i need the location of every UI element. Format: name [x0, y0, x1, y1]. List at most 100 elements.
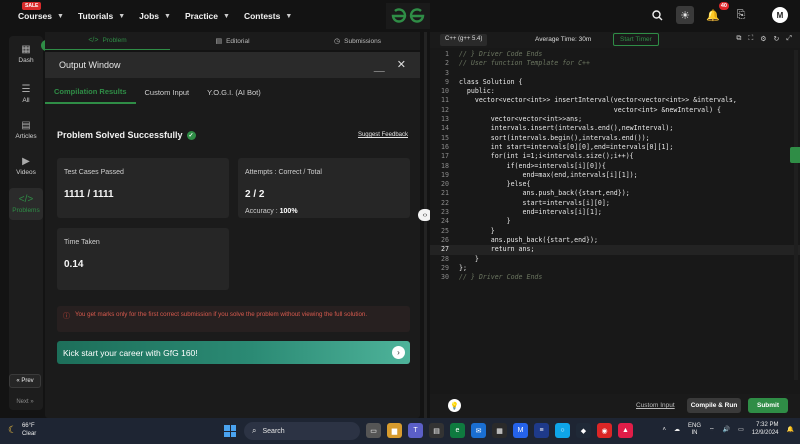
- code-line[interactable]: 16 int start=intervals[0][0],end=interva…: [430, 143, 800, 152]
- tab-editorial[interactable]: ▤ Editorial: [170, 32, 295, 50]
- volume-icon[interactable]: 🔊: [723, 426, 730, 433]
- settings-icon[interactable]: ⚙: [760, 35, 766, 43]
- chrome-icon[interactable]: ◉: [597, 423, 612, 438]
- code-line[interactable]: 17 for(int i=1;i<intervals.size();i++){: [430, 152, 800, 161]
- rail-item-dash[interactable]: ▦ Dash: [9, 44, 43, 64]
- close-icon[interactable]: ✕: [397, 58, 406, 74]
- code-line[interactable]: 11 vector<vector<int>> insertInterval(ve…: [430, 96, 800, 105]
- rail-item-all[interactable]: ☰ All: [9, 84, 43, 104]
- nav-courses-label: Courses: [18, 11, 53, 21]
- nav-tutorials[interactable]: Tutorials ▼: [78, 11, 125, 21]
- tab-submissions[interactable]: ◷ Submissions: [295, 32, 420, 50]
- avatar[interactable]: M: [772, 7, 788, 23]
- language-indicator[interactable]: ENG IN: [688, 423, 701, 437]
- chevron-up-icon[interactable]: ˄: [662, 427, 666, 433]
- code-line[interactable]: 14 intervals.insert(intervals.end(),newI…: [430, 124, 800, 133]
- code-line[interactable]: 9 class Solution {: [430, 78, 800, 87]
- code-line[interactable]: 22 start=intervals[i][0];: [430, 199, 800, 208]
- start-timer-button[interactable]: Start Timer: [613, 33, 659, 46]
- fullscreen-icon[interactable]: ⛶: [748, 35, 753, 43]
- rail-item-problems[interactable]: </> Problems: [9, 188, 43, 220]
- arrow-right-icon[interactable]: ›: [392, 346, 405, 359]
- task-view-icon[interactable]: ▭: [366, 423, 381, 438]
- code-text: }else{: [458, 180, 531, 189]
- code-line[interactable]: 19 end=max(end,intervals[i][1]);: [430, 171, 800, 180]
- submit-button[interactable]: Submit: [748, 398, 788, 413]
- translate-icon[interactable]: ⎘: [732, 6, 750, 24]
- tab-yogi-ai-bot[interactable]: Y.O.G.I. (AI Bot): [198, 82, 270, 103]
- scrollbar[interactable]: [794, 50, 798, 380]
- compile-run-button[interactable]: Compile & Run: [687, 398, 741, 413]
- code-line[interactable]: 13 vector<vector<int>>ans;: [430, 115, 800, 124]
- custom-input-link[interactable]: Custom Input: [636, 402, 675, 409]
- code-line[interactable]: 10 public:: [430, 87, 800, 96]
- code-line[interactable]: 18 if(end>=intervals[i][0]){: [430, 162, 800, 171]
- next-button[interactable]: Next »: [9, 396, 41, 408]
- app-icon[interactable]: ≡: [534, 423, 549, 438]
- notification-icon[interactable]: 🔔: [787, 426, 794, 433]
- sale-badge: SALE: [22, 2, 42, 10]
- tab-problem[interactable]: </> Problem: [45, 32, 170, 50]
- gfg-logo[interactable]: [386, 3, 430, 29]
- code-line[interactable]: 3: [430, 69, 800, 78]
- app-icon[interactable]: ▲: [618, 423, 633, 438]
- search-icon[interactable]: [648, 6, 666, 24]
- copy-icon[interactable]: ⧉: [736, 35, 741, 43]
- edge-icon[interactable]: e: [450, 423, 465, 438]
- code-line[interactable]: 2 // User function Template for C++: [430, 59, 800, 68]
- code-line[interactable]: 20 }else{: [430, 180, 800, 189]
- code-line[interactable]: 28 }: [430, 255, 800, 264]
- code-line[interactable]: 27 return ans;: [430, 245, 800, 255]
- gfg160-banner[interactable]: Kick start your career with GfG 160! ›: [57, 341, 410, 364]
- nav-practice[interactable]: Practice ▼: [185, 11, 230, 21]
- code-line[interactable]: 25 }: [430, 227, 800, 236]
- info-circle-icon: ⓘ: [63, 313, 70, 320]
- code-line[interactable]: 26 ans.push_back({start,end});: [430, 236, 800, 245]
- clock[interactable]: 7:32 PM 12/9/2024: [752, 422, 779, 438]
- file-explorer-icon[interactable]: ▆: [387, 423, 402, 438]
- lightbulb-icon[interactable]: 💡: [448, 399, 461, 412]
- prev-button[interactable]: « Prev: [9, 374, 41, 388]
- rail-item-videos[interactable]: ▶ Videos: [9, 156, 43, 176]
- app-icon[interactable]: ◆: [576, 423, 591, 438]
- panel-divider[interactable]: [424, 32, 427, 418]
- windows-start-icon[interactable]: [224, 425, 236, 437]
- suggest-feedback-link[interactable]: Suggest Feedback: [358, 132, 408, 138]
- language-select[interactable]: C++ (g++ 5.4): [440, 34, 488, 46]
- wifi-icon[interactable]: ⌔: [709, 426, 715, 434]
- store-icon[interactable]: ▤: [429, 423, 444, 438]
- tab-custom-input[interactable]: Custom Input: [136, 82, 199, 103]
- mail-icon[interactable]: ✉: [471, 423, 486, 438]
- code-area[interactable]: 1 // } Driver Code Ends 2 // User functio…: [430, 50, 800, 390]
- reset-icon[interactable]: ↻: [774, 35, 780, 43]
- nav-contests[interactable]: Contests ▼: [244, 11, 292, 21]
- code-line[interactable]: 24 }: [430, 217, 800, 226]
- code-line[interactable]: 21 ans.push_back({start,end});: [430, 189, 800, 198]
- cloud-icon[interactable]: ☁: [674, 426, 680, 433]
- notification-bell-icon[interactable]: 🔔 40: [704, 2, 729, 24]
- weather-widget[interactable]: ☾ 66°F Clear: [8, 423, 36, 438]
- code-line[interactable]: 12 vector<int> &newInterval) {: [430, 106, 800, 115]
- minimize-icon[interactable]: ＿: [374, 58, 385, 74]
- app-icon[interactable]: ▦: [492, 423, 507, 438]
- teams-icon[interactable]: T: [408, 423, 423, 438]
- check-circle-icon: ✓: [186, 130, 196, 140]
- taskbar-search[interactable]: ⌕ Search: [244, 422, 360, 440]
- nav-jobs[interactable]: Jobs ▼: [139, 11, 171, 21]
- code-text: if(end>=intervals[i][0]){: [458, 161, 606, 170]
- app-icon[interactable]: M: [513, 423, 528, 438]
- tab-compilation-results[interactable]: Compilation Results: [45, 81, 136, 104]
- code-line[interactable]: 23 end=intervals[i][1];: [430, 208, 800, 217]
- code-line[interactable]: 15 sort(intervals.begin(),intervals.end(…: [430, 134, 800, 143]
- code-line[interactable]: 29 };: [430, 264, 800, 273]
- rail-item-articles[interactable]: ▤ Articles: [9, 120, 43, 140]
- code-line[interactable]: 30 // } Driver Code Ends: [430, 273, 800, 282]
- code-line[interactable]: 1 // } Driver Code Ends: [430, 50, 800, 59]
- app-icon[interactable]: ○: [555, 423, 570, 438]
- feedback-side-tab[interactable]: [790, 147, 800, 163]
- nav-courses[interactable]: SALE Courses ▼: [18, 2, 64, 21]
- theme-toggle-icon[interactable]: ☀: [676, 6, 694, 24]
- accuracy-label: Accuracy :: [245, 208, 278, 215]
- expand-icon[interactable]: ⤢: [786, 35, 792, 43]
- battery-icon[interactable]: ▭: [738, 426, 744, 433]
